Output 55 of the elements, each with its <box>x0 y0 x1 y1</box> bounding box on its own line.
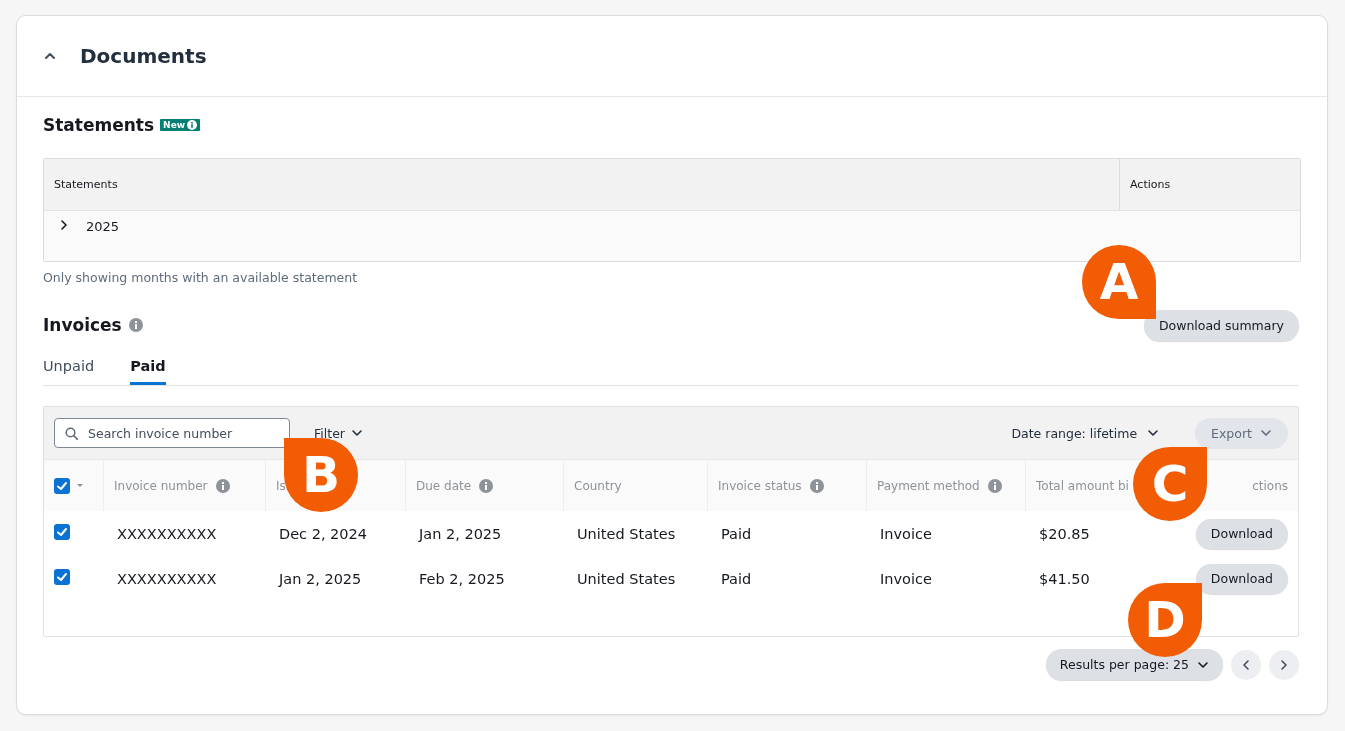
expand-chevron-icon[interactable] <box>58 219 70 231</box>
previous-page-button[interactable] <box>1231 649 1261 680</box>
table-cell: Jan 2, 2025 <box>279 570 362 587</box>
year-label: 2025 <box>86 219 120 234</box>
section-title: Statements <box>43 115 155 135</box>
info-icon <box>128 318 143 332</box>
export-button[interactable]: Export <box>1195 417 1288 449</box>
column-header: Due date <box>416 478 472 493</box>
tab[interactable]: Unpaid <box>43 349 113 385</box>
column-header: Actions <box>1119 159 1300 210</box>
table-cell: $20.85 <box>1039 525 1090 542</box>
chevron-right-icon <box>1278 658 1290 671</box>
column-header: Invoice status <box>718 478 802 493</box>
column-header: Statements <box>53 177 119 193</box>
search-field[interactable]: Search invoice number <box>54 418 290 448</box>
results-per-page-dropdown[interactable]: Results per page: 25 <box>1045 649 1223 680</box>
column-header: ctions <box>1252 478 1288 493</box>
table-cell: XXXXXXXXXX <box>117 525 217 542</box>
table-cell: Invoice <box>880 525 932 542</box>
tab[interactable]: Paid <box>130 349 166 385</box>
table-cell: Paid <box>721 570 752 587</box>
caret-icon <box>1260 427 1272 439</box>
column-header: Payment method <box>877 478 980 493</box>
panel-title: Documents <box>80 44 207 68</box>
download-button[interactable]: Download <box>1195 563 1288 594</box>
column-header: Country <box>574 478 622 493</box>
select-all-checkbox[interactable] <box>54 477 70 494</box>
table-cell: Jan 2, 2025 <box>419 525 502 542</box>
section-title: Invoices <box>43 315 122 335</box>
table-cell: Feb 2, 2025 <box>419 570 505 587</box>
table-cell: Invoice <box>880 570 932 587</box>
table-cell: United States <box>577 525 676 542</box>
search-icon <box>65 427 78 440</box>
column-header: Invoice number <box>114 478 208 493</box>
table-cell: United States <box>577 570 676 587</box>
next-page-button[interactable] <box>1269 649 1299 680</box>
download-button[interactable]: Download <box>1195 518 1288 549</box>
row-checkbox[interactable] <box>54 524 70 540</box>
download-summary-button[interactable]: Download summary <box>1143 310 1299 341</box>
table-cell: XXXXXXXXXX <box>117 570 217 587</box>
table-cell: Paid <box>721 525 752 542</box>
column-header: Is <box>276 478 286 493</box>
row-checkbox[interactable] <box>54 569 70 585</box>
table-cell: $41.50 <box>1039 570 1090 587</box>
caret-icon <box>76 482 84 489</box>
helper-text: Only showing months with an available statement <box>43 270 359 285</box>
caret-icon <box>350 427 363 439</box>
chevron-left-icon <box>1240 658 1252 671</box>
caret-icon <box>1147 427 1160 439</box>
table-cell: Dec 2, 2024 <box>279 525 367 542</box>
badge-text: New <box>163 120 186 130</box>
column-header: Total amount bi <box>1036 478 1129 493</box>
filter-dropdown[interactable]: Filter <box>304 425 373 441</box>
collapse-chevron-icon[interactable] <box>44 50 56 62</box>
date-range-dropdown[interactable]: Date range: lifetime <box>1011 425 1160 441</box>
